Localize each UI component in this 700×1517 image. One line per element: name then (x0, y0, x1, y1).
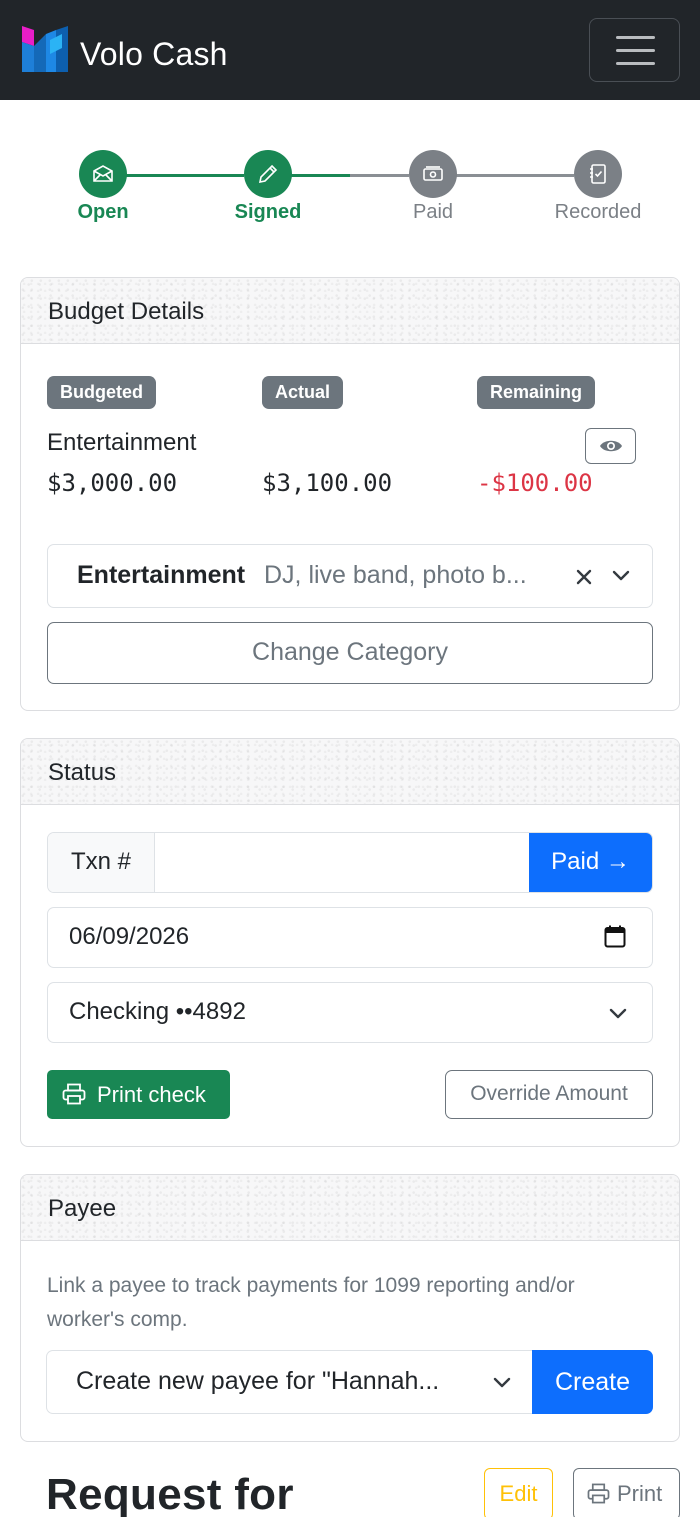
payee-select-value: Create new payee for "Hannah... (76, 1367, 440, 1395)
card-header: Status (21, 739, 679, 805)
date-value: 06/09/2026 (69, 923, 190, 950)
txn-input-group: Txn # Paid → (47, 832, 653, 893)
step-signed (244, 150, 292, 198)
journal-check-icon (590, 164, 606, 184)
printer-icon (587, 1483, 610, 1504)
card-title: Budget Details (48, 298, 205, 325)
chevron-down-icon (493, 1377, 511, 1388)
step-label-recorded: Recorded (554, 201, 642, 223)
step-connector (126, 174, 244, 177)
print-button-label: Print (617, 1481, 663, 1506)
paid-button[interactable]: Paid → (529, 833, 652, 892)
actual-amount: $3,100.00 (262, 469, 393, 497)
remaining-badge: Remaining (477, 376, 596, 409)
category-name: Entertainment (47, 429, 197, 456)
txn-input[interactable] (156, 833, 530, 892)
step-label-open: Open (77, 201, 129, 223)
request-heading: Request for (46, 1470, 294, 1517)
step-connector (350, 174, 409, 177)
eye-icon (600, 440, 622, 452)
step-connector (291, 174, 350, 177)
category-select-description: DJ, live band, photo b... (264, 561, 527, 589)
budgeted-badge: Budgeted (47, 376, 156, 409)
payee-help-text: Link a payee to track payments for 1099 … (47, 1274, 575, 1331)
step-label-paid: Paid (412, 201, 454, 223)
calendar-icon[interactable] (604, 925, 626, 948)
cash-icon (423, 166, 443, 181)
volo-logo-icon[interactable] (22, 26, 68, 72)
remaining-amount: -$100.00 (477, 469, 593, 497)
chevron-down-icon (609, 1008, 627, 1019)
edit-button[interactable]: Edit (484, 1468, 553, 1517)
category-select[interactable]: Entertainment DJ, live band, photo b... (47, 544, 653, 608)
account-value: Checking ••4892 (69, 998, 246, 1025)
budgeted-amount: $3,000.00 (47, 469, 178, 497)
hamburger-menu-icon[interactable] (589, 18, 680, 82)
override-amount-button[interactable]: Override Amount (445, 1070, 653, 1119)
navbar: Volo Cash (0, 0, 700, 100)
card-title: Payee (48, 1195, 117, 1222)
category-select-name: Entertainment (77, 561, 246, 589)
card-header: Budget Details (21, 278, 679, 344)
actual-badge: Actual (262, 376, 344, 409)
card-title: Status (48, 759, 117, 786)
payee-select[interactable]: Create new payee for "Hannah... (46, 1350, 536, 1414)
clear-icon[interactable] (576, 569, 592, 585)
print-check-label: Print check (97, 1082, 206, 1107)
view-budget-button[interactable] (585, 428, 636, 464)
step-paid (409, 150, 457, 198)
printer-icon (62, 1083, 86, 1105)
pencil-icon (258, 164, 278, 184)
envelope-icon (93, 165, 113, 182)
step-connector (456, 174, 574, 177)
step-recorded (574, 150, 622, 198)
print-check-button[interactable]: Print check (47, 1070, 230, 1119)
change-category-button[interactable]: Change Category (47, 622, 653, 684)
step-label-signed: Signed (234, 201, 302, 223)
chevron-down-icon (612, 570, 630, 581)
date-input[interactable]: 06/09/2026 (47, 907, 653, 968)
print-button[interactable]: Print (573, 1468, 680, 1517)
account-select[interactable]: Checking ••4892 (47, 982, 653, 1043)
step-open (79, 150, 127, 198)
txn-label: Txn # (48, 833, 155, 892)
brand-name[interactable]: Volo Cash (80, 36, 228, 73)
card-header: Payee (21, 1175, 679, 1241)
create-payee-button[interactable]: Create (532, 1350, 653, 1414)
